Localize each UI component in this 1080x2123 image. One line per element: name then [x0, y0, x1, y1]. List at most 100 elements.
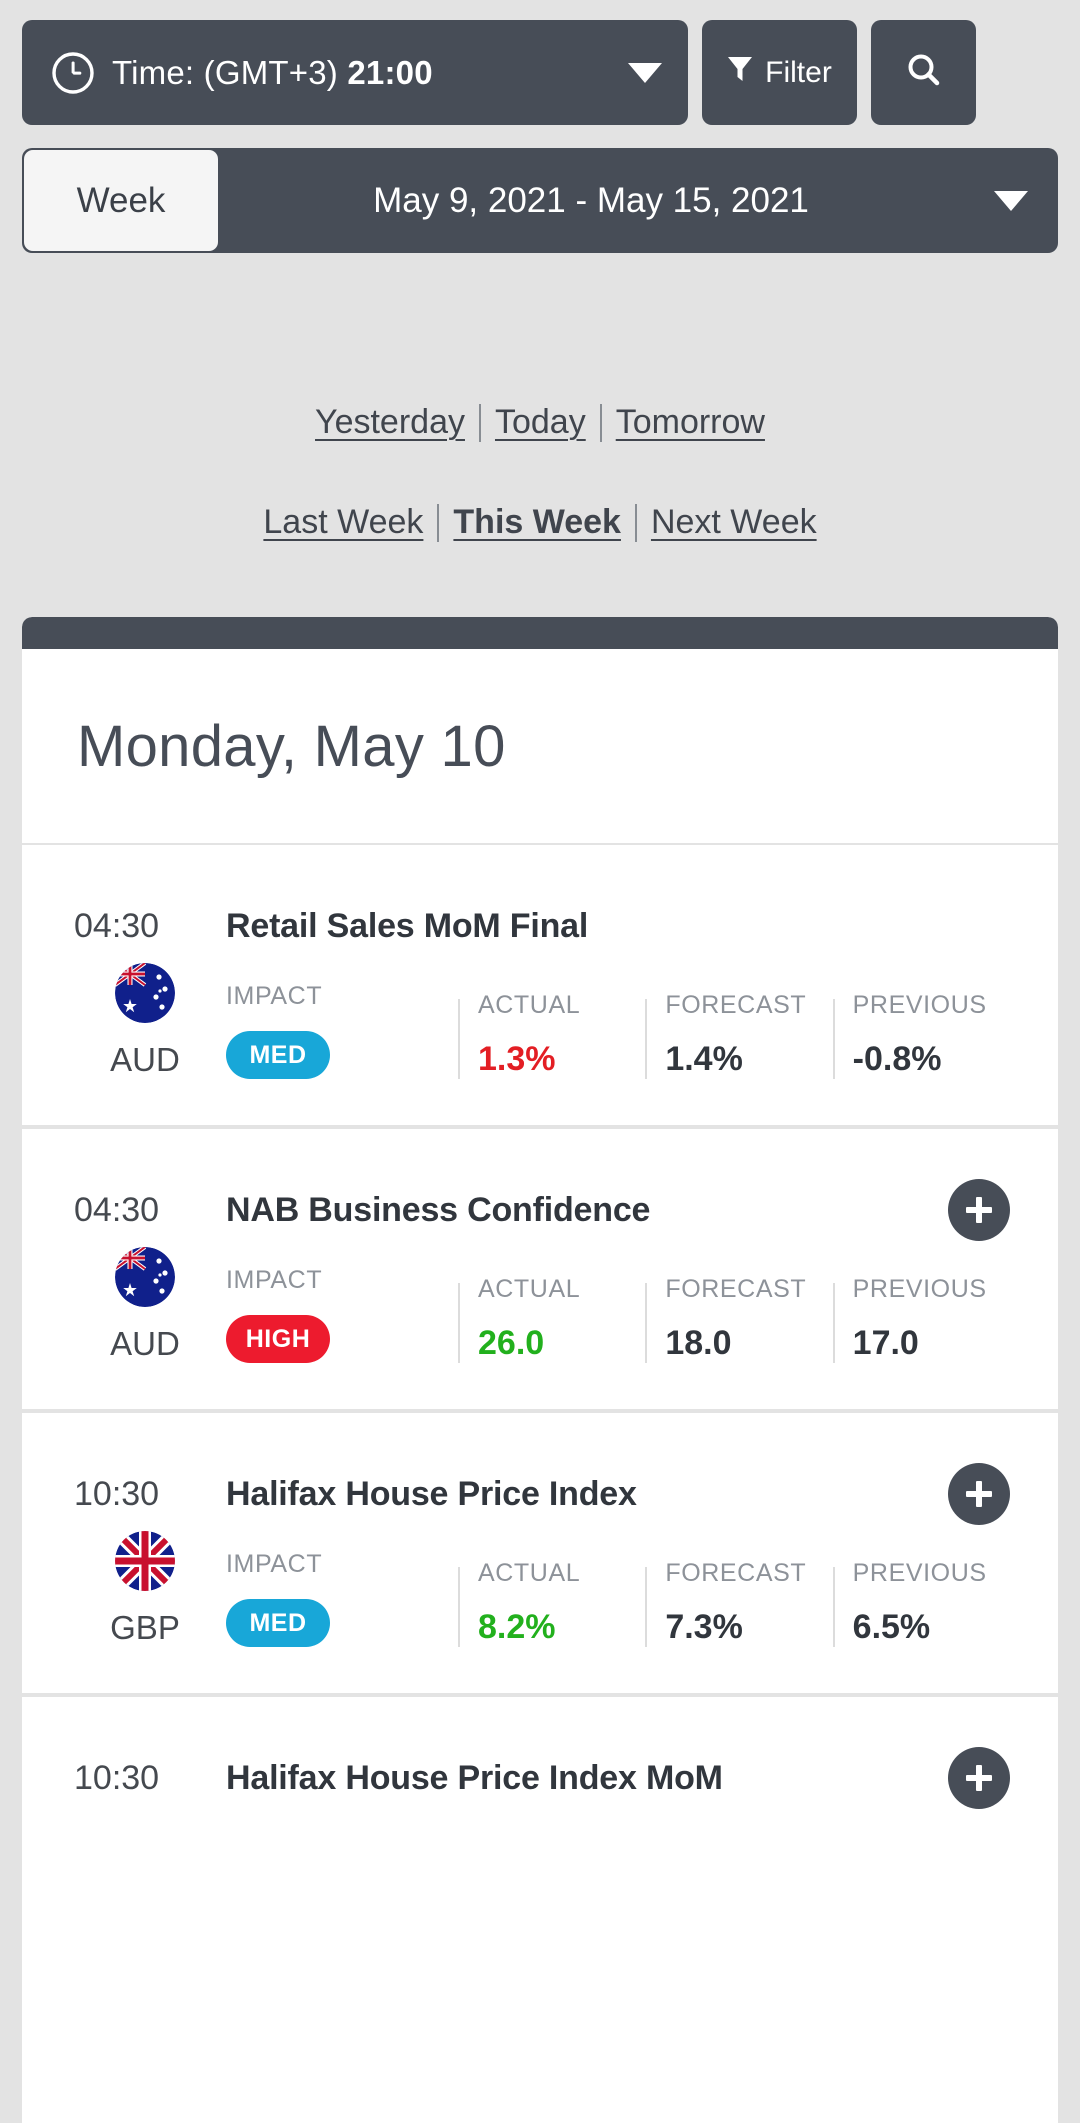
nav-link-tomorrow[interactable]: Tomorrow: [602, 403, 779, 442]
event-time: 04:30: [74, 1190, 160, 1229]
impact-badge: MED: [226, 1599, 330, 1647]
event-metrics: IMPACT HIGH ACTUAL 26.0 FORECAST 18.0 PR…: [226, 1266, 1020, 1363]
metric-forecast: FORECAST 7.3%: [645, 1559, 832, 1647]
plus-icon-vertical: [976, 1765, 982, 1791]
metric-value-actual: 8.2%: [478, 1608, 556, 1646]
week-range-label: May 9, 2021 - May 15, 2021: [373, 180, 809, 220]
metric-label-previous: PREVIOUS: [852, 1559, 987, 1587]
economic-calendar-page: Time: (GMT+3) 21:00 Filter Week May 9, 2…: [0, 0, 1080, 2123]
nav-link-this-week[interactable]: This Week: [439, 503, 635, 542]
metric-value-actual: 1.3%: [478, 1040, 556, 1078]
metric-value-forecast: 1.4%: [665, 1040, 743, 1078]
impact-badge: HIGH: [226, 1315, 330, 1363]
nav-link-today[interactable]: Today: [481, 403, 600, 442]
timezone-selector[interactable]: Time: (GMT+3) 21:00: [22, 20, 688, 125]
metric-value-forecast: 7.3%: [665, 1608, 743, 1646]
timezone-time: 21:00: [347, 53, 433, 91]
metric-label-forecast: FORECAST: [665, 1559, 807, 1587]
metric-value-previous: 6.5%: [852, 1608, 931, 1646]
week-quick-nav: Last Week This Week Next Week: [0, 503, 1080, 542]
clock-icon: [50, 50, 96, 96]
timezone-prefix: Time: (GMT+3): [112, 53, 348, 91]
event-header: 10:30 Halifax House Price Index: [52, 1463, 1020, 1525]
metric-label-actual: ACTUAL: [478, 1275, 581, 1303]
event-time: 04:30: [74, 906, 160, 945]
metric-value-previous: 17.0: [852, 1324, 919, 1362]
event-currency: AUD: [110, 1041, 180, 1078]
metric-value-actual: 26.0: [478, 1324, 545, 1362]
event-header: 04:30 NAB Business Confidence: [52, 1179, 1020, 1241]
flag-uk: [115, 1531, 175, 1591]
event-title: Halifax House Price Index: [226, 1474, 637, 1513]
event-header: 04:30 Retail Sales MoM Final: [52, 895, 1020, 957]
search-icon: [905, 51, 943, 94]
flag-australia: [115, 1247, 175, 1307]
nav-link-next-week[interactable]: Next Week: [637, 503, 831, 542]
funnel-icon: [727, 55, 753, 91]
event-body: GBP IMPACT MED ACTUAL 8.2% FORECAST 7.3%: [52, 1531, 1020, 1647]
event-title: NAB Business Confidence: [226, 1190, 651, 1229]
event-currency: GBP: [110, 1609, 180, 1646]
metric-label-actual: ACTUAL: [478, 991, 581, 1019]
metric-label-actual: ACTUAL: [478, 1559, 581, 1587]
week-mode-chip[interactable]: Week: [24, 150, 218, 251]
metric-forecast: FORECAST 1.4%: [645, 991, 832, 1079]
metric-label-previous: PREVIOUS: [852, 1275, 987, 1303]
nav-link-last-week[interactable]: Last Week: [249, 503, 437, 542]
search-button[interactable]: [871, 20, 976, 125]
metric-previous: PREVIOUS 17.0: [832, 1275, 1020, 1363]
metric-label-impact: IMPACT: [226, 982, 323, 1010]
flag-australia: [115, 963, 175, 1023]
event-title: Halifax House Price Index MoM: [226, 1758, 723, 1797]
timezone-label: Time: (GMT+3) 21:00: [112, 54, 433, 92]
metric-label-impact: IMPACT: [226, 1550, 323, 1578]
plus-icon-vertical: [976, 1481, 982, 1507]
metric-actual: ACTUAL 1.3%: [458, 991, 645, 1079]
metric-previous: PREVIOUS -0.8%: [832, 991, 1020, 1079]
event-row[interactable]: 04:30 NAB Business Confidence AUD IMPACT…: [22, 1129, 1058, 1413]
event-row[interactable]: 10:30 Halifax House Price Index MoM: [22, 1697, 1058, 1973]
day-header: Monday, May 10: [22, 649, 1058, 845]
day-title: Monday, May 10: [77, 713, 506, 779]
event-body: AUD IMPACT HIGH ACTUAL 26.0 FORECAST 18.…: [52, 1247, 1020, 1363]
event-header: 10:30 Halifax House Price Index MoM: [52, 1747, 1020, 1809]
metric-actual: ACTUAL 8.2%: [458, 1559, 645, 1647]
expand-event-button[interactable]: [948, 1747, 1010, 1809]
metric-impact: IMPACT MED: [226, 982, 458, 1079]
week-mode-label: Week: [76, 180, 166, 220]
event-metrics: IMPACT MED ACTUAL 8.2% FORECAST 7.3% PRE…: [226, 1550, 1020, 1647]
currency-column: AUD: [74, 963, 226, 1079]
impact-badge: MED: [226, 1031, 330, 1079]
event-metrics: IMPACT MED ACTUAL 1.3% FORECAST 1.4% PRE…: [226, 982, 1020, 1079]
metric-label-impact: IMPACT: [226, 1266, 323, 1294]
expand-event-button[interactable]: [948, 1463, 1010, 1525]
filter-button[interactable]: Filter: [702, 20, 857, 125]
metric-label-forecast: FORECAST: [665, 991, 807, 1019]
event-title: Retail Sales MoM Final: [226, 906, 589, 945]
expand-event-button[interactable]: [948, 1179, 1010, 1241]
calendar-card: Monday, May 10 04:30 Retail Sales MoM Fi…: [22, 617, 1058, 2123]
event-time: 10:30: [74, 1758, 160, 1797]
event-time: 10:30: [74, 1474, 160, 1513]
chevron-down-icon[interactable]: [994, 190, 1028, 211]
filter-label: Filter: [765, 55, 832, 89]
day-quick-nav: Yesterday Today Tomorrow: [0, 403, 1080, 442]
week-selector-bar[interactable]: Week May 9, 2021 - May 15, 2021: [22, 148, 1058, 253]
metric-impact: IMPACT MED: [226, 1550, 458, 1647]
metric-label-forecast: FORECAST: [665, 1275, 807, 1303]
metric-forecast: FORECAST 18.0: [645, 1275, 832, 1363]
event-row[interactable]: 04:30 Retail Sales MoM Final AUD IMPACT …: [22, 845, 1058, 1129]
currency-column: AUD: [74, 1247, 226, 1363]
toolbar: Time: (GMT+3) 21:00 Filter: [0, 0, 1080, 125]
chevron-down-icon[interactable]: [628, 62, 662, 83]
nav-link-yesterday[interactable]: Yesterday: [301, 403, 479, 442]
plus-icon-vertical: [976, 1197, 982, 1223]
event-body: AUD IMPACT MED ACTUAL 1.3% FORECAST 1.4%: [52, 963, 1020, 1079]
metric-impact: IMPACT HIGH: [226, 1266, 458, 1363]
metric-actual: ACTUAL 26.0: [458, 1275, 645, 1363]
event-row[interactable]: 10:30 Halifax House Price Index GBP IMPA…: [22, 1413, 1058, 1697]
metric-value-previous: -0.8%: [852, 1040, 942, 1078]
card-top-strip: [22, 617, 1058, 649]
metric-label-previous: PREVIOUS: [852, 991, 987, 1019]
metric-value-forecast: 18.0: [665, 1324, 732, 1362]
